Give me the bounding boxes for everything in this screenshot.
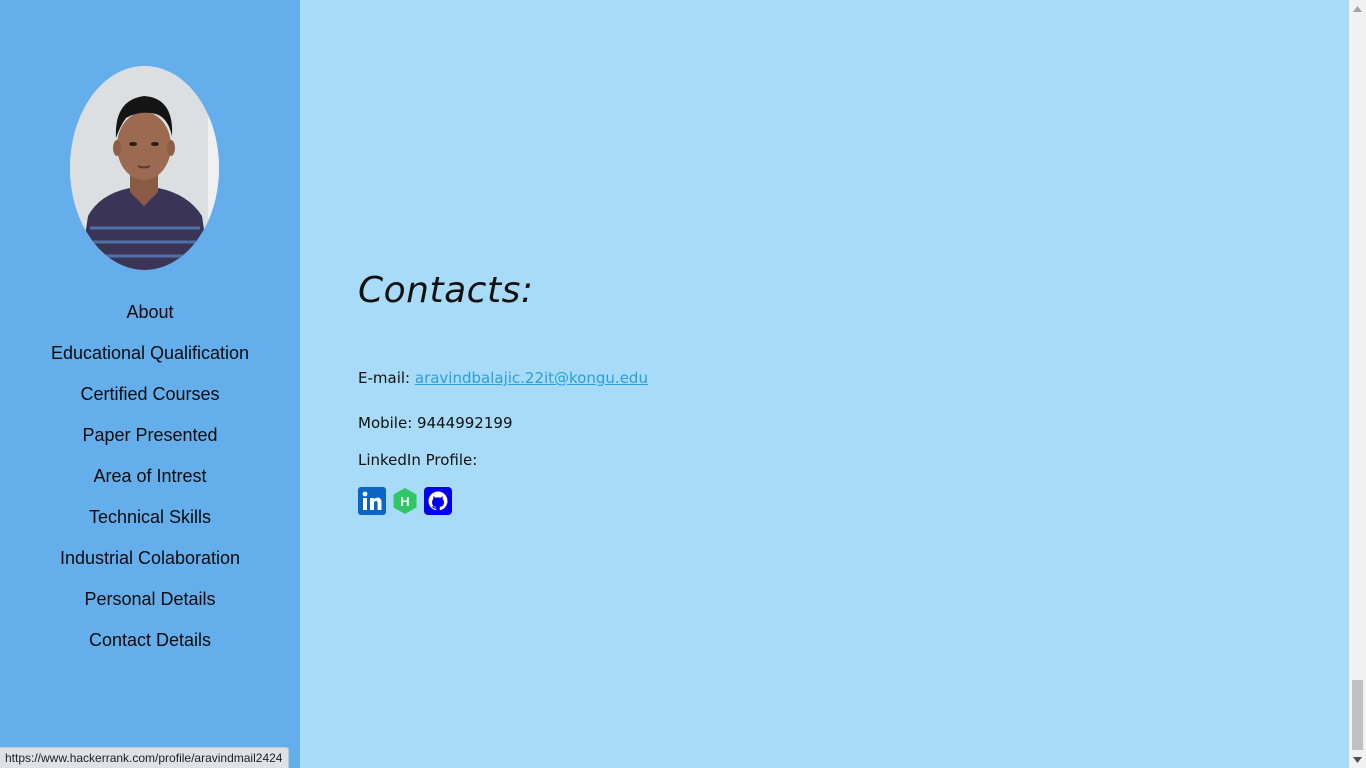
email-line: E-mail: aravindbalajic.22it@kongu.edu: [358, 369, 648, 387]
nav-item-certified-courses[interactable]: Certified Courses: [0, 382, 300, 423]
profile-photo-graphic: [70, 66, 219, 270]
nav-item-area-of-interest[interactable]: Area of Intrest: [0, 464, 300, 505]
scrollbar-thumb[interactable]: [1352, 680, 1363, 750]
mobile-label: Mobile:: [358, 414, 413, 432]
github-icon[interactable]: [424, 487, 452, 515]
hackerrank-icon[interactable]: H: [391, 487, 419, 515]
social-icons: H: [358, 487, 452, 515]
scroll-up-arrow-icon[interactable]: [1349, 0, 1366, 17]
linkedin-icon[interactable]: [358, 487, 386, 515]
sidebar: About Educational Qualification Certifie…: [0, 0, 300, 768]
nav-item-industrial-collaboration[interactable]: Industrial Colaboration: [0, 546, 300, 587]
scroll-down-arrow-icon[interactable]: [1349, 751, 1366, 768]
mobile-value: 9444992199: [417, 414, 513, 432]
sidebar-nav: About Educational Qualification Certifie…: [0, 300, 300, 669]
vertical-scrollbar[interactable]: [1349, 0, 1366, 768]
nav-item-paper-presented[interactable]: Paper Presented: [0, 423, 300, 464]
mobile-line: Mobile: 9444992199: [358, 414, 512, 432]
nav-item-technical-skills[interactable]: Technical Skills: [0, 505, 300, 546]
nav-item-contact-details[interactable]: Contact Details: [0, 628, 300, 669]
svg-text:H: H: [400, 494, 409, 509]
nav-item-personal-details[interactable]: Personal Details: [0, 587, 300, 628]
email-label: E-mail:: [358, 369, 411, 387]
contacts-heading: Contacts:: [358, 270, 534, 311]
main-content: Contacts: E-mail: aravindbalajic.22it@ko…: [300, 0, 1349, 768]
profile-photo: [70, 66, 219, 270]
nav-item-educational-qualification[interactable]: Educational Qualification: [0, 341, 300, 382]
status-bar-url: https://www.hackerrank.com/profile/aravi…: [0, 747, 290, 768]
linkedin-profile-label: LinkedIn Profile:: [358, 451, 478, 469]
nav-item-about[interactable]: About: [0, 300, 300, 341]
email-link[interactable]: aravindbalajic.22it@kongu.edu: [415, 369, 648, 387]
